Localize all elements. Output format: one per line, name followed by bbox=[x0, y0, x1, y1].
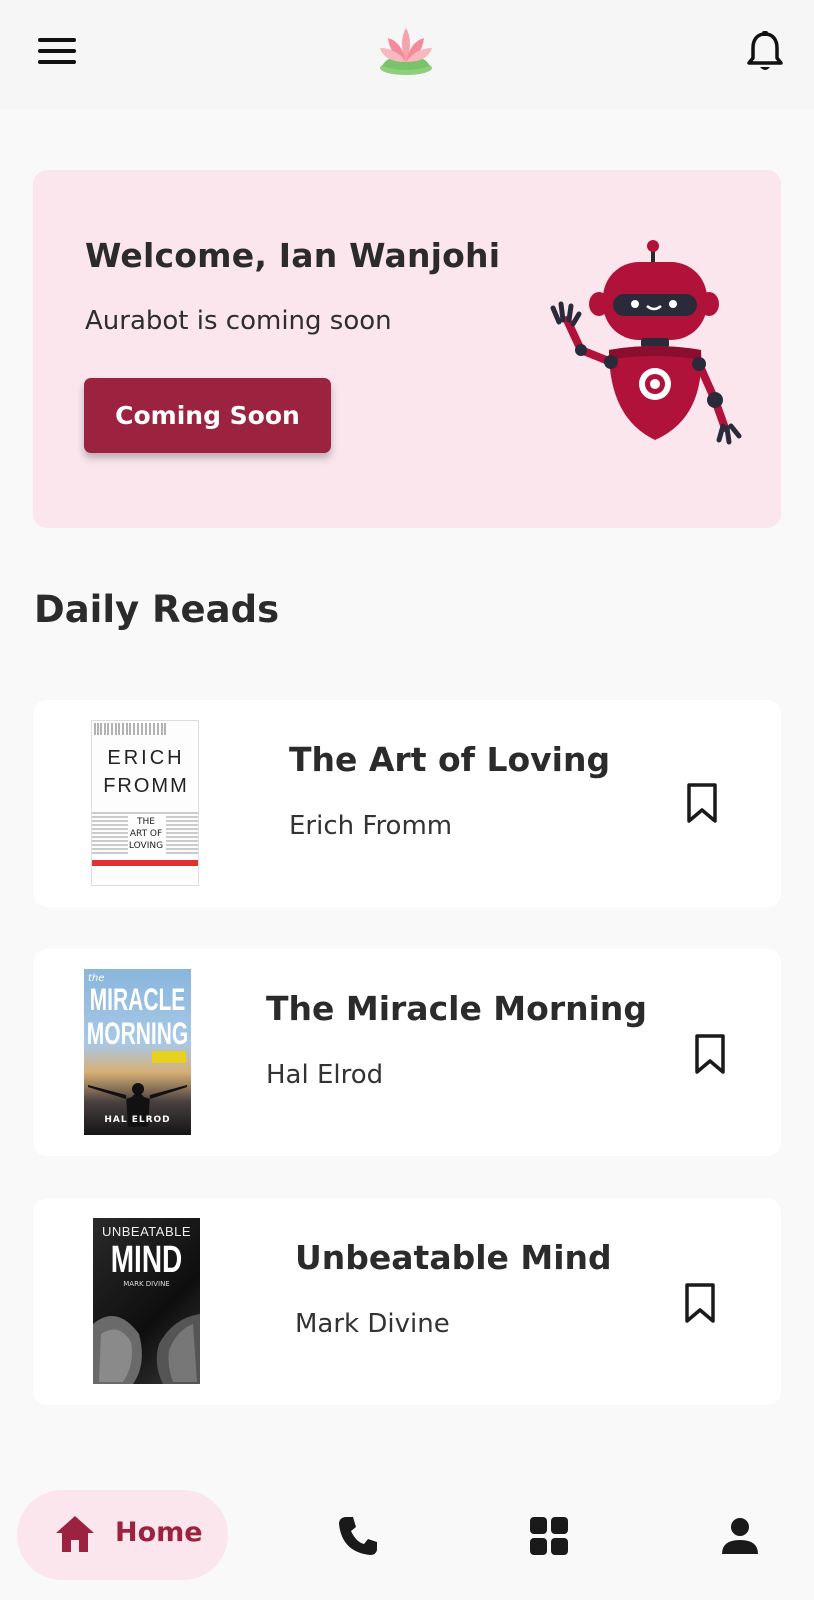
coming-soon-button[interactable]: Coming Soon bbox=[84, 378, 331, 453]
grid-icon[interactable] bbox=[527, 1514, 571, 1558]
cover-author-line2: FROMM bbox=[103, 775, 189, 797]
book-cover-unbeatable-mind: UNBEATABLE MIND MARK DIVINE bbox=[93, 1218, 200, 1384]
book-cover-art-of-loving: ERICH FROMM THE ART OF LOVING bbox=[91, 720, 199, 886]
bookmark-icon[interactable] bbox=[683, 1282, 717, 1324]
cover-title-line2: MIND bbox=[110, 1238, 183, 1280]
person-icon[interactable] bbox=[718, 1514, 762, 1558]
bottom-navigation: Home bbox=[0, 1474, 814, 1600]
hamburger-menu-icon[interactable] bbox=[38, 36, 78, 66]
phone-icon[interactable] bbox=[336, 1514, 380, 1558]
book-title: The Miracle Morning bbox=[266, 989, 648, 1028]
cover-title-line2: MORNING bbox=[86, 1017, 189, 1052]
book-author: Erich Fromm bbox=[289, 811, 453, 841]
book-author: Hal Elrod bbox=[266, 1060, 384, 1090]
book-author: Mark Divine bbox=[295, 1309, 450, 1339]
home-icon bbox=[56, 1516, 94, 1552]
book-title: The Art of Loving bbox=[289, 740, 611, 779]
cover-title-line1: MIRACLE bbox=[89, 983, 186, 1018]
section-title-daily-reads: Daily Reads bbox=[34, 588, 280, 631]
cover-author: MARK DIVINE bbox=[123, 1280, 170, 1288]
welcome-title: Welcome, Ian Wanjohi bbox=[85, 236, 501, 275]
cover-title-line3: LOVING bbox=[128, 841, 164, 851]
bell-icon[interactable] bbox=[746, 30, 784, 74]
cover-title-line1: THE bbox=[137, 817, 155, 827]
bookmark-icon[interactable] bbox=[693, 1033, 727, 1075]
nav-home-label: Home bbox=[115, 1517, 203, 1548]
cover-title-line1: UNBEATABLE bbox=[101, 1224, 192, 1239]
barcode-icon bbox=[92, 723, 198, 866]
cover-author: HAL ELROD bbox=[104, 1115, 171, 1125]
cover-badge bbox=[152, 1051, 186, 1063]
lotus-logo bbox=[380, 28, 432, 75]
book-title: Unbeatable Mind bbox=[295, 1238, 612, 1277]
cover-faces bbox=[93, 1314, 200, 1384]
cover-author-line1: ERICH bbox=[107, 747, 185, 769]
bookmark-icon[interactable] bbox=[685, 782, 719, 824]
welcome-banner: Welcome, Ian Wanjohi Aurabot is coming s… bbox=[33, 170, 781, 528]
book-cover-miracle-morning: the MIRACLE MORNING HAL ELROD bbox=[84, 969, 191, 1135]
book-card-unbeatable-mind[interactable]: UNBEATABLE MIND MARK DIVINE Unbeatable M… bbox=[33, 1198, 781, 1405]
book-card-miracle-morning[interactable]: the MIRACLE MORNING HAL ELROD The Miracl… bbox=[33, 949, 781, 1156]
book-card-art-of-loving[interactable]: ERICH FROMM THE ART OF LOVING The Art of… bbox=[33, 700, 781, 907]
robot-waving-illustration bbox=[550, 240, 742, 445]
app-header bbox=[0, 0, 814, 110]
cover-title-line2: ART OF bbox=[129, 829, 163, 839]
nav-home-tab[interactable]: Home bbox=[17, 1490, 228, 1580]
welcome-subtitle: Aurabot is coming soon bbox=[85, 306, 392, 336]
